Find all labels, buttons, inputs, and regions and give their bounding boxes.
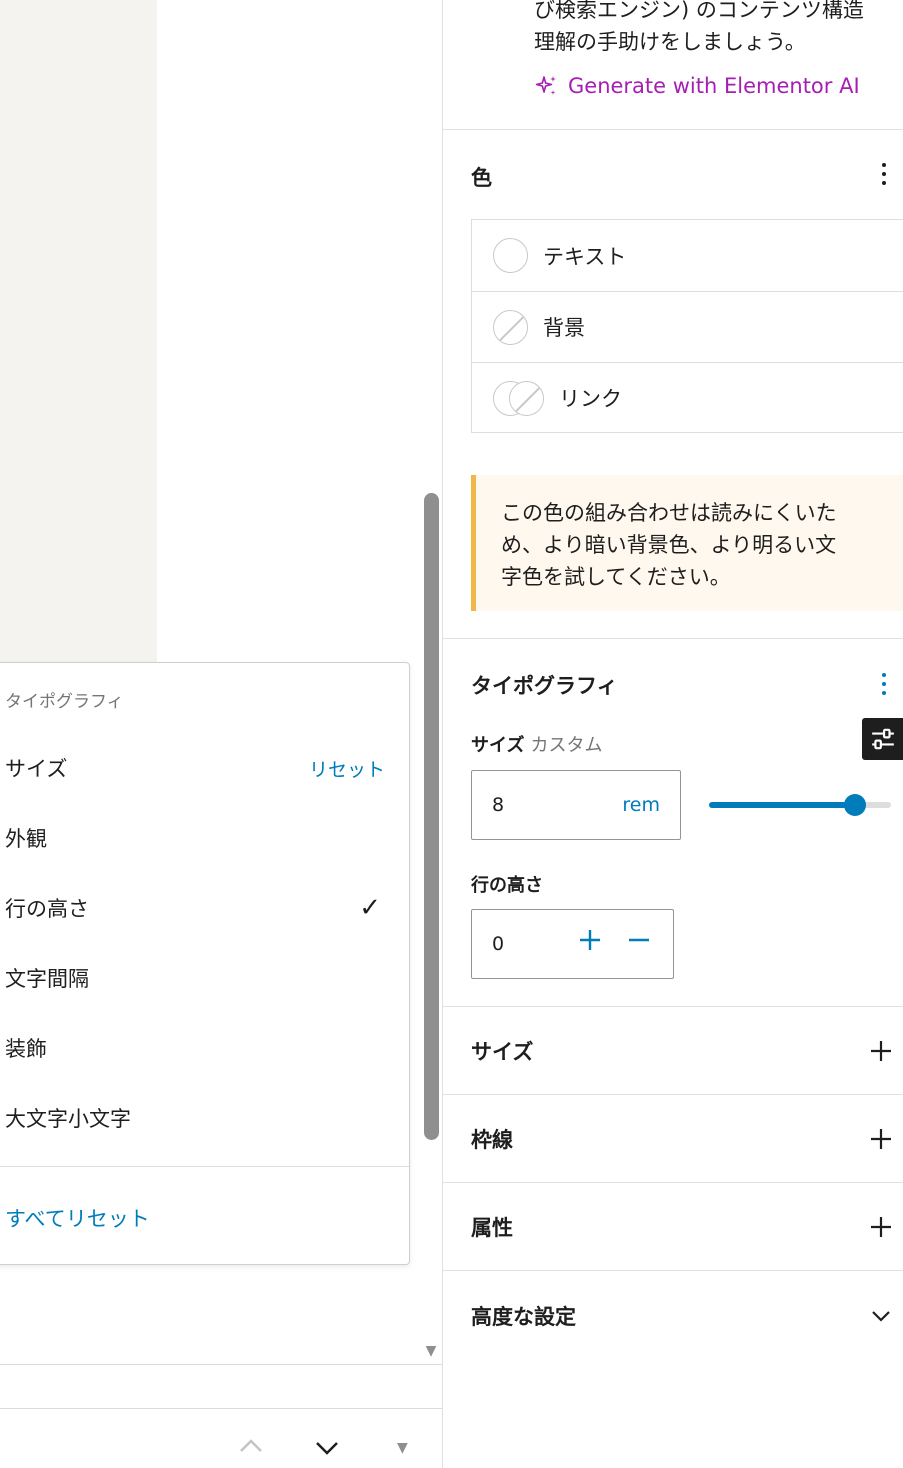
editor-canvas-content [157, 0, 442, 662]
scrollbar-thumb[interactable] [424, 493, 439, 1140]
dropdown-item-decoration[interactable]: 装飾 [5, 1033, 385, 1063]
section-border[interactable]: 枠線 [443, 1095, 903, 1183]
color-item-link[interactable]: リンク [472, 362, 903, 433]
color-settings-list: テキスト 背景 リンク [471, 219, 903, 433]
font-size-slider[interactable] [709, 794, 891, 816]
font-size-unit-select[interactable]: rem [622, 794, 660, 816]
scroll-down-arrow-icon[interactable]: ▼ [422, 1344, 440, 1358]
font-size-input[interactable]: 8 rem [471, 770, 681, 840]
divider [0, 1364, 442, 1365]
dropdown-item-letter-spacing[interactable]: 文字間隔 [5, 963, 385, 993]
editor-canvas-background [0, 0, 157, 662]
dropdown-item-letter-case[interactable]: 大文字小文字 [5, 1103, 385, 1133]
dropdown-item-line-height[interactable]: 行の高さ ✓ [5, 893, 385, 923]
line-height-value: 0 [492, 933, 505, 955]
ai-link-label: Generate with Elementor AI [568, 74, 860, 98]
no-color-swatch-icon [509, 380, 544, 416]
empty-color-swatch-icon [493, 238, 528, 273]
section-advanced[interactable]: 高度な設定 [443, 1272, 903, 1360]
chevron-down-icon [872, 1311, 890, 1322]
dropdown-item-label: 装飾 [5, 1037, 47, 1061]
increment-plus-icon[interactable] [578, 928, 602, 952]
dropdown-divider [0, 1166, 409, 1167]
color-panel-title: 色 [471, 166, 492, 190]
reset-all-button[interactable]: すべてリセット [5, 1203, 150, 1233]
font-size-label-text: サイズ [471, 735, 525, 756]
font-size-slider-fill [709, 802, 855, 808]
plus-icon [871, 1129, 891, 1149]
plus-icon [871, 1041, 891, 1061]
typography-options-dropdown: タイポグラフィ サイズ リセット 外観 行の高さ ✓ 文字間隔 装飾 大文字小文… [0, 662, 410, 1265]
color-item-text[interactable]: テキスト [472, 220, 903, 291]
color-item-label: リンク [559, 387, 622, 411]
font-size-mode: カスタム [530, 735, 603, 756]
typography-options-kebab-icon[interactable] [872, 669, 896, 699]
section-label: サイズ [471, 1040, 534, 1064]
ai-sparkle-icon [535, 76, 556, 95]
divider [443, 129, 903, 130]
section-dimensions[interactable]: サイズ [443, 1007, 903, 1095]
dropdown-item-label: 外観 [5, 827, 47, 851]
color-options-kebab-icon[interactable] [872, 159, 896, 189]
divider [0, 1408, 442, 1409]
custom-size-toggle-button[interactable] [862, 718, 903, 760]
section-label: 高度な設定 [471, 1305, 576, 1329]
dropdown-item-label: 行の高さ [5, 897, 89, 921]
section-label: 属性 [471, 1216, 513, 1240]
dropdown-item-appearance[interactable]: 外観 [5, 823, 385, 853]
chevron-down-icon[interactable] [314, 1438, 340, 1458]
line-height-label: 行の高さ [471, 875, 543, 896]
font-size-slider-thumb[interactable] [843, 794, 866, 816]
chevron-up-icon[interactable] [238, 1436, 264, 1456]
generate-with-ai-link[interactable]: Generate with Elementor AI [534, 74, 860, 98]
font-size-value: 8 [492, 794, 505, 816]
section-attributes[interactable]: 属性 [443, 1183, 903, 1271]
no-color-swatch-icon [493, 309, 528, 345]
dropdown-item-label: 文字間隔 [5, 967, 89, 991]
color-item-label: 背景 [543, 316, 585, 340]
dropdown-heading: タイポグラフィ [5, 692, 124, 712]
font-size-label: サイズ カスタム [471, 731, 602, 757]
dropdown-item-label: サイズ [5, 757, 68, 781]
caret-down-icon[interactable]: ▼ [397, 1440, 408, 1456]
heading-help-text: び検索エンジン) のコンテンツ構造 理解の手助けをしましょう。 [534, 0, 864, 54]
link-color-swatches-icon [493, 380, 544, 416]
plus-icon [871, 1217, 891, 1237]
contrast-warning-notice: この色の組み合わせは読みにくいた め、より暗い背景色、より明るい文 字色を試して… [471, 475, 903, 611]
typography-panel-title: タイポグラフィ [471, 674, 618, 698]
dropdown-item-label: 大文字小文字 [5, 1107, 131, 1131]
divider [443, 1270, 903, 1271]
divider [443, 638, 903, 639]
check-icon: ✓ [359, 893, 381, 923]
size-reset-button[interactable]: リセット [309, 755, 385, 782]
sliders-icon [871, 728, 894, 750]
decrement-minus-icon[interactable] [627, 928, 651, 952]
color-item-background[interactable]: 背景 [472, 291, 903, 362]
color-item-label: テキスト [543, 244, 627, 269]
section-label: 枠線 [471, 1128, 513, 1152]
dropdown-item-size[interactable]: サイズ リセット [5, 753, 385, 783]
